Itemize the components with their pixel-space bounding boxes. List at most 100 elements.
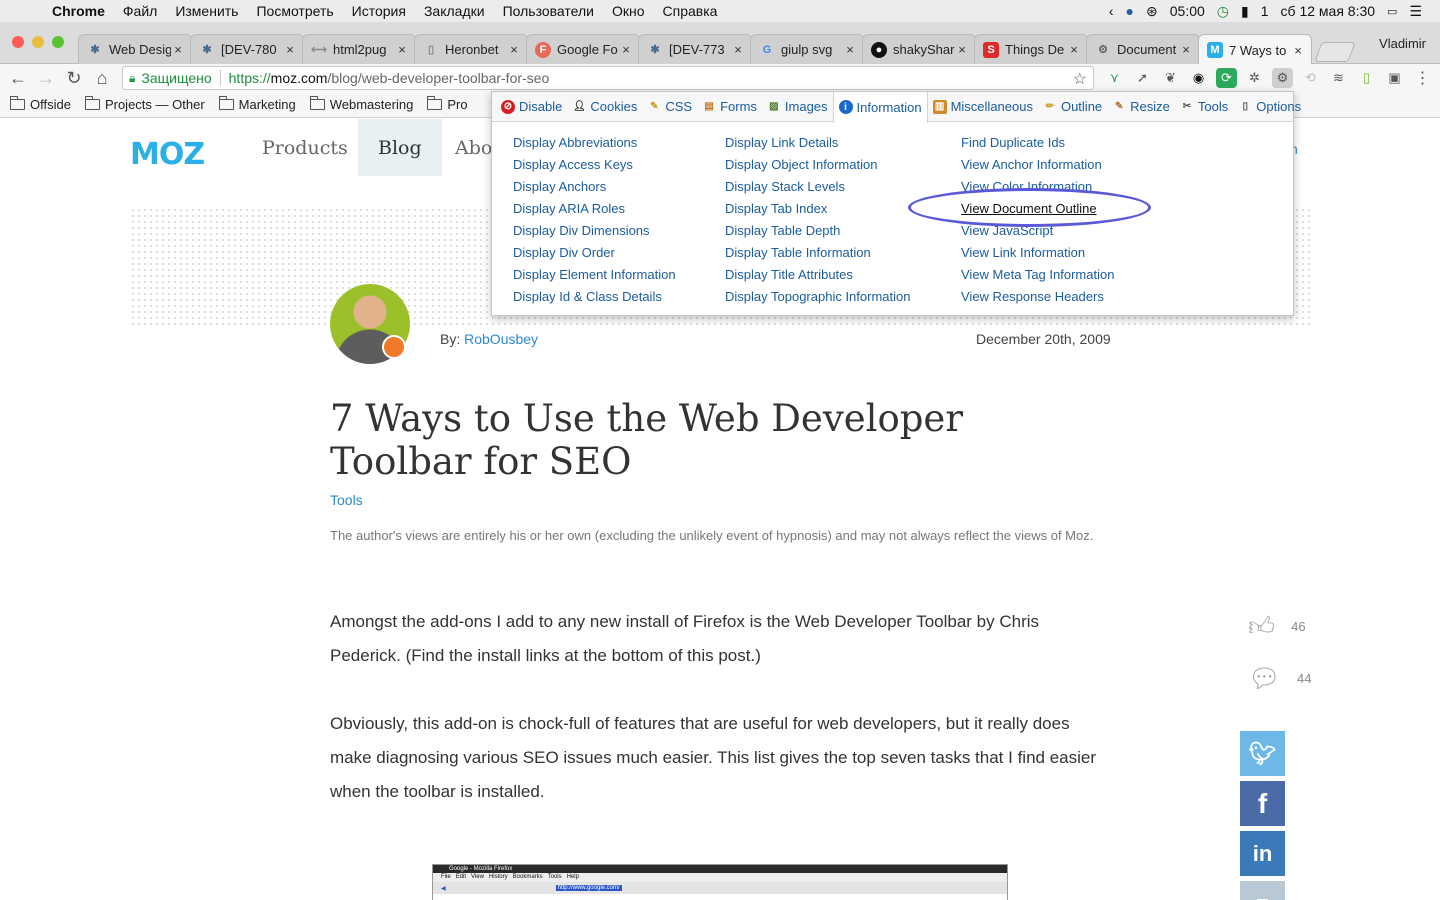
menu-file[interactable]: Файл [123, 3, 157, 19]
bookmark-pro[interactable]: Pro [427, 96, 468, 112]
menu-item[interactable]: Display Title Attributes [725, 264, 910, 286]
battery-icon[interactable]: ▮ [1241, 3, 1249, 20]
close-tab-icon[interactable]: × [395, 42, 409, 57]
back-icon[interactable]: ← [4, 68, 32, 89]
zoom-window-button[interactable] [52, 36, 64, 48]
profile-button[interactable]: Vladimir [1379, 36, 1426, 51]
menu-history[interactable]: История [352, 3, 406, 19]
tab-information[interactable]: i Information [832, 91, 928, 123]
share-more-button[interactable]: ≡ [1240, 881, 1285, 900]
author-link[interactable]: RobOusbey [464, 331, 538, 347]
close-tab-icon[interactable]: × [619, 42, 633, 57]
tab[interactable]: ✱ Web Desig × [78, 34, 192, 64]
menu-edit[interactable]: Изменить [175, 3, 238, 19]
tab-resize[interactable]: ✎ Resize [1107, 92, 1175, 122]
tab-images[interactable]: ▨ Images [762, 92, 833, 122]
refresh-extension-icon[interactable]: ⟳ [1216, 68, 1237, 88]
clock[interactable]: сб 12 мая 8:30 [1281, 3, 1376, 19]
app-menu[interactable]: Chrome [52, 3, 105, 19]
reload-icon[interactable]: ↻ [60, 68, 88, 89]
like-control[interactable]: 👍︎ 46 [1248, 611, 1306, 642]
menu-item[interactable]: View Link Information [961, 242, 1114, 264]
new-tab-button[interactable] [1314, 42, 1356, 62]
close-window-button[interactable] [12, 36, 24, 48]
menu-item[interactable]: Display Link Details [725, 132, 910, 154]
chevron-left-icon[interactable]: ‹ [1109, 3, 1114, 19]
tab[interactable]: ✱ [DEV-780 × [190, 34, 304, 64]
menu-bookmarks[interactable]: Закладки [424, 3, 485, 19]
menu-window[interactable]: Окно [612, 3, 645, 19]
menu-item[interactable]: Display Object Information [725, 154, 910, 176]
menu-item[interactable]: Display Table Information [725, 242, 910, 264]
web-developer-icon[interactable]: ⚙ [1272, 68, 1293, 88]
home-icon[interactable]: ⌂ [88, 68, 116, 89]
menu-item[interactable]: View Response Headers [961, 286, 1114, 308]
sync-extension-icon[interactable]: ⟲ [1300, 68, 1321, 88]
tab-cookies[interactable]: 👤︎ Cookies [567, 92, 642, 122]
flag-icon[interactable]: ▭ [1387, 5, 1397, 18]
menu-item[interactable]: View Anchor Information [961, 154, 1114, 176]
close-tab-icon[interactable]: × [955, 42, 969, 57]
menu-item[interactable]: Display Div Dimensions [513, 220, 676, 242]
bookmark-projects-other[interactable]: Projects — Other [84, 96, 205, 112]
close-tab-icon[interactable]: × [1179, 42, 1193, 57]
close-tab-icon[interactable]: × [843, 42, 857, 57]
list-icon[interactable]: ☰ [1409, 3, 1422, 20]
menu-people[interactable]: Пользователи [503, 3, 594, 19]
close-tab-icon[interactable]: × [283, 42, 297, 57]
accessibility-icon[interactable]: ⊛ [1146, 3, 1158, 20]
settings-extension-icon[interactable]: ✲ [1244, 68, 1265, 88]
screenshot-icon[interactable]: ▣ [1384, 68, 1405, 88]
tab-forms[interactable]: ▤ Forms [697, 92, 762, 122]
tab[interactable]: F Google Fo × [526, 34, 640, 64]
menu-item[interactable]: Display Stack Levels [725, 176, 910, 198]
tab-outline[interactable]: ✏ Outline [1038, 92, 1107, 122]
close-tab-icon[interactable]: × [171, 42, 185, 57]
moz-logo[interactable]: MOZ [130, 137, 205, 172]
tab-active[interactable]: M 7 Ways to × [1198, 34, 1312, 65]
close-tab-icon[interactable]: × [1067, 42, 1081, 57]
tab[interactable]: ✱ [DEV-773 × [638, 34, 752, 64]
twitter-share-button[interactable]: 🐦︎ [1240, 731, 1285, 776]
camera-icon[interactable]: ◉ [1188, 68, 1209, 88]
tab[interactable]: ● shakyShar × [862, 34, 976, 64]
evernote-icon[interactable]: ❦ [1160, 68, 1181, 88]
menu-help[interactable]: Справка [663, 3, 718, 19]
comment-control[interactable]: 💬︎ 44 [1248, 663, 1311, 694]
address-bar[interactable]: 🔒︎ Защищено https:// moz.com /blog/web-d… [122, 66, 1094, 90]
menu-item[interactable]: Display ARIA Roles [513, 198, 676, 220]
menu-item[interactable]: Display Element Information [513, 264, 676, 286]
minimize-window-button[interactable] [32, 36, 44, 48]
menu-item[interactable]: Display Topographic Information [725, 286, 910, 308]
menu-item[interactable]: Display Div Order [513, 242, 676, 264]
menu-item[interactable]: View Meta Tag Information [961, 264, 1114, 286]
menu-view[interactable]: Посмотреть [256, 3, 333, 19]
bookmark-webmastering[interactable]: Webmastering [309, 96, 413, 112]
close-tab-icon[interactable]: × [731, 42, 745, 57]
sync-icon[interactable]: ◷ [1217, 3, 1229, 20]
tab[interactable]: ▯ Heronbet × [414, 34, 528, 64]
stack-icon[interactable]: ≋ [1328, 68, 1349, 88]
tab-disable[interactable]: ⊘ Disable [496, 92, 567, 122]
vue-devtools-icon[interactable]: ⋎ [1104, 68, 1125, 88]
tab-options[interactable]: ▯ Options [1233, 92, 1306, 122]
bookmark-star-icon[interactable]: ☆ [1073, 69, 1087, 89]
tab-css[interactable]: ✎ CSS [642, 92, 697, 122]
bookmark-offside[interactable]: Offside [10, 96, 71, 112]
menu-item[interactable]: Display Table Depth [725, 220, 910, 242]
menu-item[interactable]: Find Duplicate Ids [961, 132, 1114, 154]
bookmark-marketing[interactable]: Marketing [218, 96, 296, 112]
tab[interactable]: ⟷ html2pug × [302, 34, 416, 64]
nav-products[interactable]: Products [262, 119, 348, 176]
category-link[interactable]: Tools [330, 492, 363, 508]
menu-item[interactable]: Display Tab Index [725, 198, 910, 220]
lock-icon[interactable]: 🔒︎ [129, 71, 135, 86]
close-tab-icon[interactable]: × [1291, 43, 1305, 58]
comment-icon[interactable]: 💬︎ [1248, 663, 1281, 694]
menu-item[interactable]: Display Abbreviations [513, 132, 676, 154]
thumbs-up-icon[interactable]: 👍︎ [1248, 611, 1275, 642]
tab[interactable]: S Things De × [974, 34, 1088, 64]
tab-miscellaneous[interactable]: ▥ Miscellaneous [928, 92, 1038, 122]
evernote-icon[interactable]: ● [1126, 3, 1134, 19]
forward-icon[interactable]: → [32, 68, 60, 89]
